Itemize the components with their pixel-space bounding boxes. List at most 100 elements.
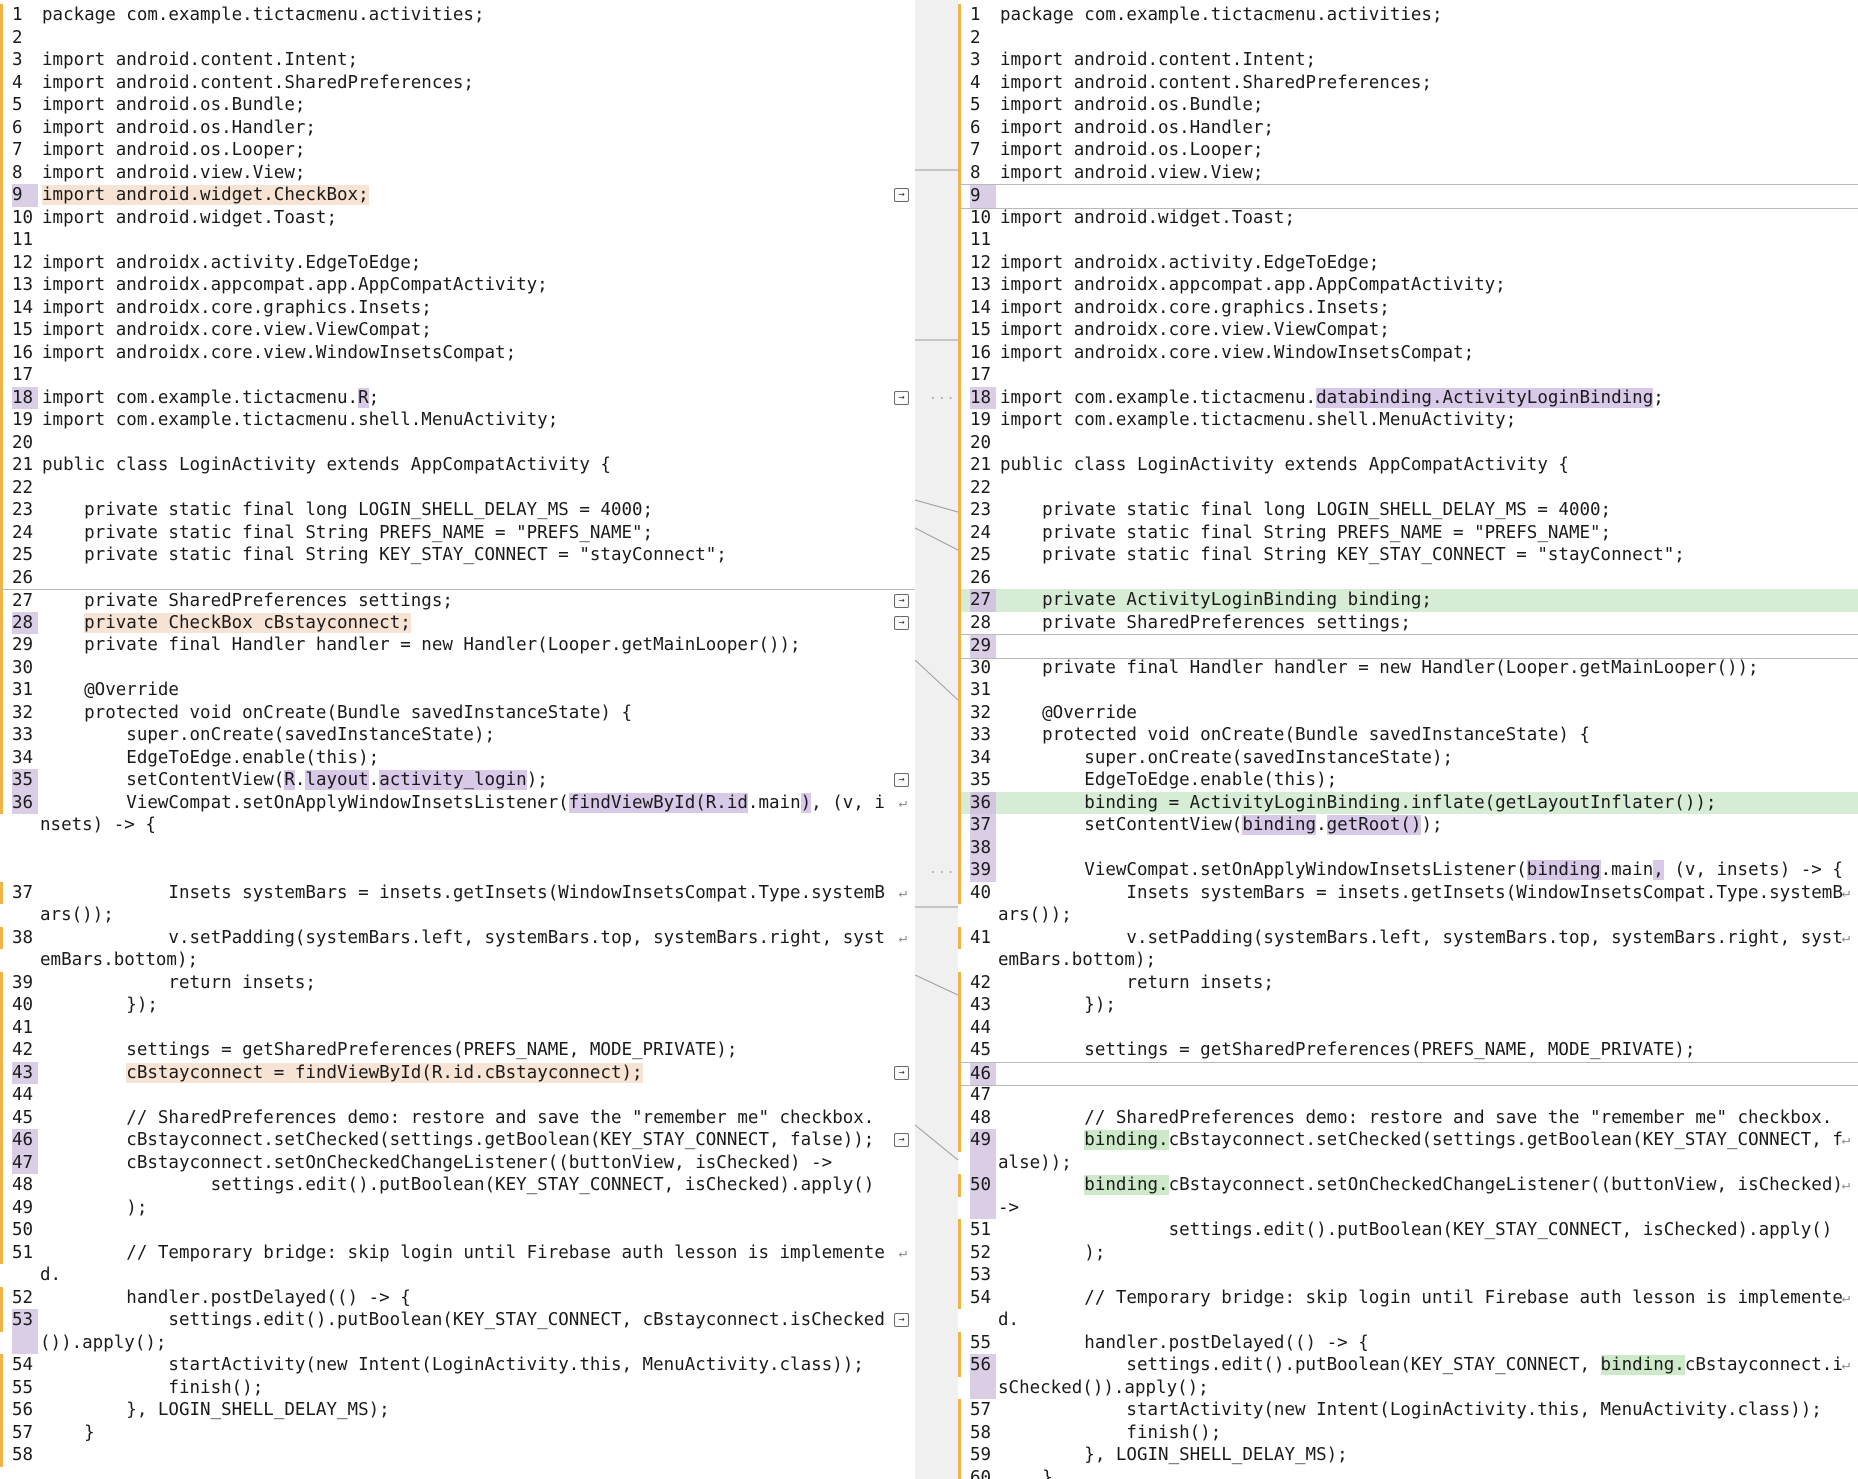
code-line[interactable]: 28 private CheckBox cBstayconnect; → [0, 611, 915, 634]
code-line[interactable]: 19 import com.example.tictacmenu.shell.Me… [958, 409, 1858, 432]
code-line[interactable]: 37 Insets systemBars = insets.getInsets(… [0, 881, 915, 904]
code-line[interactable]: 23 private static final long LOGIN_SHELL… [958, 499, 1858, 522]
code-line[interactable]: 8 import android.view.View; [958, 161, 1858, 184]
code-line[interactable]: 14 import androidx.core.graphics.Insets; [0, 296, 915, 319]
code-line[interactable]: 3 import android.content.Intent; [0, 49, 915, 72]
code-line[interactable]: 21 public class LoginActivity extends App… [958, 454, 1858, 477]
code-line-continuation[interactable]: ars()); [958, 904, 1858, 927]
code-line[interactable]: 7 import android.os.Looper; [958, 139, 1858, 162]
code-line[interactable]: 41 [0, 1016, 915, 1039]
code-line[interactable]: 44 [0, 1084, 915, 1107]
code-line[interactable]: 19 import com.example.tictacmenu.shell.Me… [0, 409, 915, 432]
code-line[interactable]: 53 [958, 1264, 1858, 1287]
code-line[interactable]: 55 finish(); [0, 1376, 915, 1399]
code-line[interactable]: 33 super.onCreate(savedInstanceState); [0, 724, 915, 747]
code-line[interactable]: 2 [958, 26, 1858, 49]
code-line[interactable]: 58 [0, 1444, 915, 1467]
code-line[interactable]: 57 startActivity(new Intent(LoginActivit… [958, 1399, 1858, 1422]
code-line[interactable]: 57 } [0, 1421, 915, 1444]
code-line[interactable]: 38 v.setPadding(systemBars.left, systemB… [0, 926, 915, 949]
code-line[interactable]: 16 import androidx.core.view.WindowInsets… [0, 341, 915, 364]
code-line[interactable]: 49 ); [0, 1196, 915, 1219]
code-line[interactable]: 40 }); [0, 994, 915, 1017]
left-editor-pane[interactable]: 1 package com.example.tictacmenu.activiti… [0, 0, 915, 1479]
code-line[interactable]: 17 [0, 364, 915, 387]
code-line[interactable]: 39 return insets; [0, 971, 915, 994]
code-line[interactable]: 9 import android.widget.CheckBox; → [0, 184, 915, 207]
code-line[interactable]: 14 import androidx.core.graphics.Insets; [958, 296, 1858, 319]
code-line[interactable]: 16 import androidx.core.view.WindowInsets… [958, 341, 1858, 364]
apply-change-button[interactable]: → [894, 615, 909, 630]
code-line[interactable]: 22 [0, 476, 915, 499]
apply-change-button[interactable]: → [894, 188, 909, 202]
code-line-continuation[interactable]: d. [0, 1264, 915, 1287]
code-line-continuation[interactable]: ()).apply(); [0, 1331, 915, 1354]
code-line[interactable] [0, 837, 915, 860]
code-line[interactable]: 6 import android.os.Handler; [958, 116, 1858, 139]
code-line[interactable]: 52 ); [958, 1241, 1858, 1264]
code-line[interactable]: 31 @Override [0, 679, 915, 702]
code-line[interactable]: 33 protected void onCreate(Bundle savedI… [958, 724, 1858, 747]
code-line[interactable]: 46 [958, 1061, 1858, 1086]
code-line[interactable]: 30 private final Handler handler = new H… [958, 656, 1858, 679]
code-line[interactable]: 15 import androidx.core.view.ViewCompat; [958, 319, 1858, 342]
code-line[interactable]: 11 [0, 229, 915, 252]
code-line[interactable]: 27 private SharedPreferences settings; → [0, 589, 915, 614]
apply-change-button[interactable]: → [894, 1313, 909, 1327]
code-line[interactable]: 8 import android.view.View; [0, 161, 915, 184]
code-line[interactable]: 45 settings = getSharedPreferences(PREFS… [958, 1039, 1858, 1062]
code-line[interactable]: 31 [958, 679, 1858, 702]
code-line[interactable]: 51 // Temporary bridge: skip login until… [0, 1241, 915, 1264]
code-line[interactable]: 35 EdgeToEdge.enable(this); [958, 769, 1858, 792]
code-line[interactable]: 30 [0, 656, 915, 679]
code-line-continuation[interactable]: d. [958, 1309, 1858, 1332]
code-line[interactable]: 56 }, LOGIN_SHELL_DELAY_MS); [0, 1399, 915, 1422]
code-line[interactable]: 36 binding = ActivityLoginBinding.inflat… [958, 791, 1858, 814]
code-line[interactable]: 44 [958, 1016, 1858, 1039]
code-line[interactable]: 1 package com.example.tictacmenu.activiti… [958, 4, 1858, 27]
code-line[interactable]: 9 [958, 184, 1858, 209]
code-line[interactable]: 32 @Override [958, 701, 1858, 724]
code-line[interactable]: 17 [958, 364, 1858, 387]
code-line[interactable]: 20 [958, 431, 1858, 454]
code-line[interactable]: 37 setContentView(binding.getRoot()); [958, 814, 1858, 837]
code-line[interactable]: 2 [0, 26, 915, 49]
apply-change-button[interactable]: → [894, 1133, 909, 1147]
code-line-continuation[interactable]: emBars.bottom); [958, 949, 1858, 972]
right-editor-pane[interactable]: 1 package com.example.tictacmenu.activiti… [958, 0, 1858, 1479]
code-line-continuation[interactable]: ars()); [0, 904, 915, 927]
code-line[interactable]: 48 // SharedPreferences demo: restore an… [958, 1106, 1858, 1129]
code-line[interactable]: 11 [958, 229, 1858, 252]
code-line[interactable]: 23 private static final long LOGIN_SHELL… [0, 499, 915, 522]
code-line[interactable]: 18 import com.example.tictacmenu.R; → [0, 386, 915, 409]
apply-change-button[interactable]: → [894, 594, 909, 608]
code-line[interactable]: 24 private static final String PREFS_NAM… [0, 521, 915, 544]
code-line[interactable]: 28 private SharedPreferences settings; [958, 611, 1858, 634]
code-line[interactable]: 43 }); [958, 994, 1858, 1017]
code-line[interactable]: 4 import android.content.SharedPreference… [958, 71, 1858, 94]
code-line[interactable]: 49 binding.cBstayconnect.setChecked(sett… [958, 1129, 1858, 1152]
code-line[interactable]: 38 [958, 836, 1858, 859]
code-line[interactable]: 29 private final Handler handler = new H… [0, 634, 915, 657]
code-line[interactable]: 25 private static final String KEY_STAY_… [958, 544, 1858, 567]
code-line[interactable]: 47 cBstayconnect.setOnCheckedChangeListe… [0, 1151, 915, 1174]
apply-change-button[interactable]: → [894, 1065, 909, 1080]
code-line[interactable]: 56 settings.edit().putBoolean(KEY_STAY_C… [958, 1354, 1858, 1377]
code-line[interactable]: 29 [958, 634, 1858, 659]
code-line[interactable]: 55 handler.postDelayed(() -> { [958, 1331, 1858, 1354]
code-line[interactable]: 60 } [958, 1466, 1858, 1479]
code-line[interactable]: 20 [0, 431, 915, 454]
code-line[interactable]: 10 import android.widget.Toast; [0, 206, 915, 229]
code-line[interactable]: 53 settings.edit().putBoolean(KEY_STAY_C… [0, 1309, 915, 1332]
code-line[interactable]: 22 [958, 476, 1858, 499]
code-line[interactable]: 5 import android.os.Bundle; [958, 94, 1858, 117]
code-line[interactable]: 4 import android.content.SharedPreference… [0, 71, 915, 94]
code-line[interactable]: 36 ViewCompat.setOnApplyWindowInsetsList… [0, 791, 915, 814]
code-line[interactable]: 58 finish(); [958, 1421, 1858, 1444]
code-line[interactable]: 41 v.setPadding(systemBars.left, systemB… [958, 926, 1858, 949]
code-line[interactable]: 45 // SharedPreferences demo: restore an… [0, 1106, 915, 1129]
code-line[interactable]: 21 public class LoginActivity extends App… [0, 454, 915, 477]
code-line-continuation[interactable]: -> [958, 1196, 1858, 1219]
code-line[interactable]: 15 import androidx.core.view.ViewCompat; [0, 319, 915, 342]
code-line[interactable]: 12 import androidx.activity.EdgeToEdge; [0, 251, 915, 274]
